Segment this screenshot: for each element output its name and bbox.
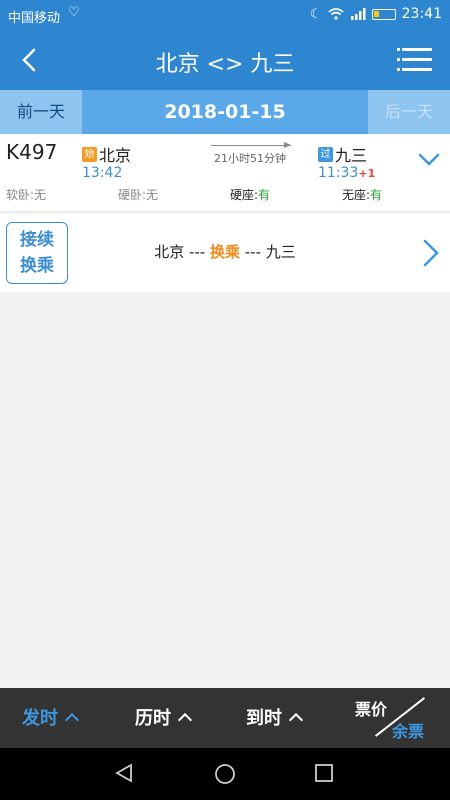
moon-icon: ☾ <box>309 6 322 22</box>
seat-soft-sleeper: 软卧:无 <box>6 186 46 203</box>
train-card[interactable]: K497 始 北京 13:42 21小时51分钟 过 九三 11:33+1 软卧… <box>0 134 450 212</box>
home-circle-icon[interactable] <box>213 762 237 786</box>
transfer-row[interactable]: 接续 换乘 北京 --- 换乘 --- 九三 <box>0 214 450 292</box>
route-separator: --- <box>184 243 210 261</box>
next-day-button[interactable]: 后一天 <box>368 90 450 134</box>
route-separator: --- <box>240 243 266 261</box>
tab-remain-label: 余票 <box>392 722 425 741</box>
app-bar: 北京 <> 九三 <box>0 30 450 90</box>
chevron-right-icon[interactable] <box>422 238 440 268</box>
status-icons: ☾ 23:41 <box>310 6 442 22</box>
recents-square-icon[interactable] <box>314 762 334 784</box>
date-bar: 2018-01-15 前一天 后一天 <box>0 90 450 134</box>
chevron-down-icon[interactable] <box>418 148 440 170</box>
status-bar: 中国移动 ♡ ☾ 23:41 <box>0 0 450 30</box>
seat-standing: 无座:有 <box>342 186 382 203</box>
menu-line <box>402 68 432 71</box>
tab-label: 历时 <box>135 708 171 729</box>
heart-icon: ♡ <box>68 5 80 20</box>
seat-value: 无 <box>34 188 47 202</box>
seat-label: 软卧: <box>6 188 35 202</box>
menu-line <box>402 48 432 51</box>
chevron-up-icon <box>288 712 304 728</box>
battery-icon <box>371 8 396 20</box>
signal-icon <box>350 8 366 20</box>
arrival-time: 11:33+1 <box>318 165 375 181</box>
tab-depart-time[interactable]: 发时 <box>22 704 80 730</box>
trip-duration: 21小时51分钟 <box>205 142 295 166</box>
prev-day-button[interactable]: 前一天 <box>0 90 82 134</box>
sort-tabs: 发时 历时 到时 票价 余票 <box>0 688 450 748</box>
route-transfer: 换乘 <box>209 243 240 261</box>
back-triangle-icon[interactable] <box>113 762 135 784</box>
chevron-up-icon <box>64 712 80 728</box>
carrier-name: 中国移动 <box>8 11 61 26</box>
seat-label: 硬卧: <box>118 188 147 202</box>
route-to: 九三 <box>265 243 296 261</box>
tab-arrive-time[interactable]: 到时 <box>246 704 304 730</box>
arrival-time-value: 11:33 <box>318 165 359 181</box>
clock: 23:41 <box>401 6 442 22</box>
seat-label: 无座: <box>342 188 371 202</box>
duration-text: 21小时51分钟 <box>214 152 286 165</box>
seat-label: 硬座: <box>230 188 259 202</box>
tab-label: 到时 <box>246 708 282 729</box>
menu-line <box>402 58 432 61</box>
train-number: K497 <box>6 140 58 164</box>
chevron-up-icon <box>177 712 193 728</box>
wifi-icon <box>328 8 344 20</box>
tab-price-label: 票价 <box>355 700 388 719</box>
tab-price-remain[interactable]: 票价 余票 <box>355 694 440 741</box>
seat-value: 无 <box>146 188 159 202</box>
seat-hard-seat: 硬座:有 <box>230 186 270 203</box>
day-offset: +1 <box>358 167 376 180</box>
arrival-station: 过 九三 <box>318 142 367 166</box>
departure-station-name: 北京 <box>99 146 132 165</box>
transfer-route: 北京 --- 换乘 --- 九三 <box>0 241 450 262</box>
seat-value: 有 <box>370 188 383 202</box>
menu-icon[interactable] <box>397 48 432 72</box>
tab-duration[interactable]: 历时 <box>135 704 193 730</box>
pass-tag: 过 <box>318 146 333 162</box>
page-title: 北京 <> 九三 <box>155 52 295 77</box>
route-from: 北京 <box>154 243 185 261</box>
seat-hard-sleeper: 硬卧:无 <box>118 186 158 203</box>
origin-tag: 始 <box>82 146 97 162</box>
system-nav-bar <box>0 748 450 800</box>
seat-value: 有 <box>258 188 271 202</box>
tab-label: 发时 <box>22 708 58 729</box>
departure-station: 始 北京 <box>82 142 131 166</box>
arrival-station-name: 九三 <box>335 146 368 165</box>
departure-time: 13:42 <box>82 165 123 181</box>
duration-arrow-icon <box>211 142 291 148</box>
